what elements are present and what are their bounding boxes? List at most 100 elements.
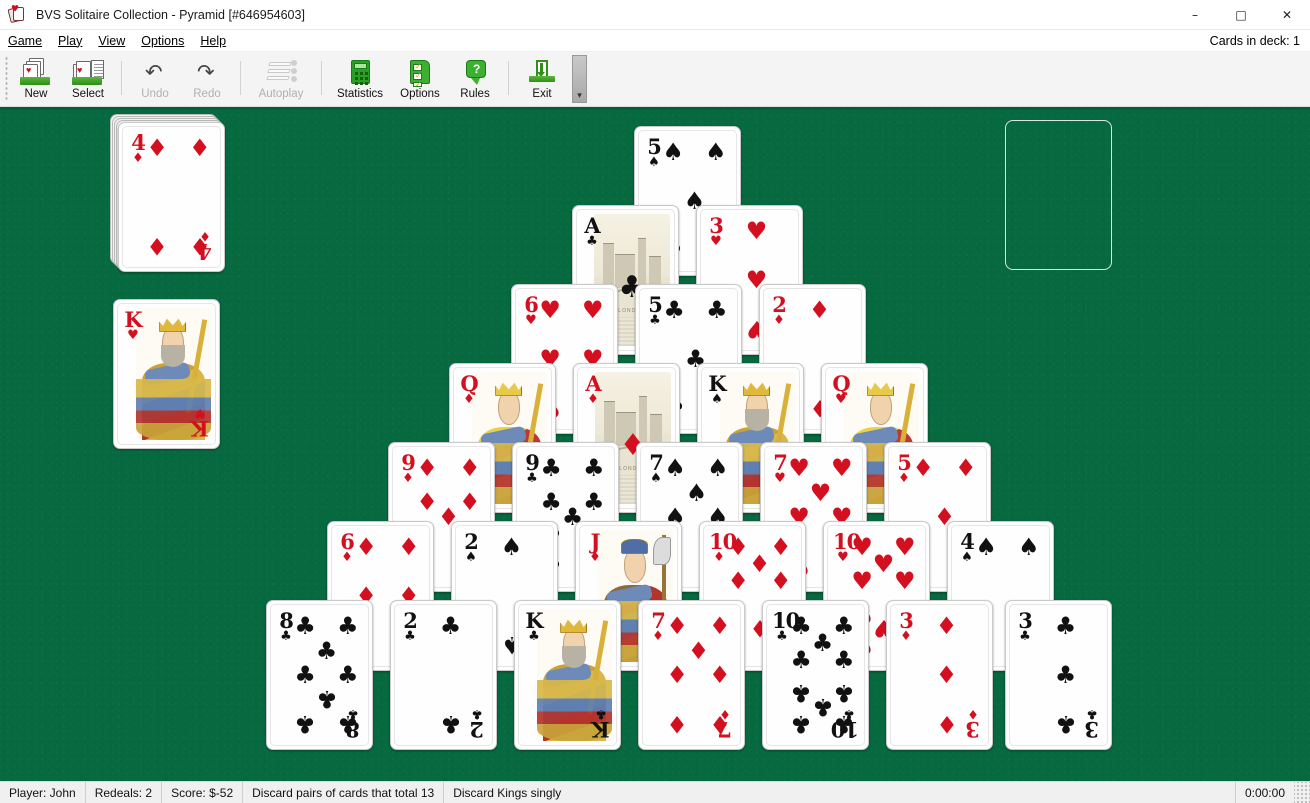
card-pip: ♣ [811,629,834,657]
card-rank: 9 [401,450,416,475]
toolbar-separator-2 [240,61,241,95]
card-pip: ♥ [809,478,832,507]
reserve-card[interactable]: K ♥ K ♥ [113,299,220,449]
menu-item-help[interactable]: Help [192,32,234,50]
card-face: ♣ ♣ 2 ♣ 2 ♣ [394,604,493,746]
window-title: BVS Solitaire Collection - Pyramid [#646… [36,8,305,22]
card-corner-br: K ♥ [190,405,210,441]
menu-item-view[interactable]: View [90,32,133,50]
card-rank: 3 [899,608,914,633]
menu-bar: Game Play View Options Help Cards in dec… [0,30,1310,52]
card-corner-tl: 2 ♠ [461,531,481,564]
card-pip: ♠ [664,454,686,483]
options-button[interactable]: Options [391,55,449,105]
card-rank: 7 [651,608,666,633]
statistics-button[interactable]: Statistics [329,55,391,105]
toolbar-overflow-button[interactable]: ▾ [572,55,587,103]
pyramid-card-r7-c4[interactable]: ♦ ♦ ♦ ♦ ♦ ♦ ♦ 7 ♦ 7 ♦ [638,600,745,750]
card-pip: ♦ [355,533,377,562]
card-corner-tl: 3 ♦ [896,610,916,643]
card-rank: 3 [966,717,980,742]
status-player: Player: John [0,781,86,803]
select-game-button[interactable]: ♥ Select [62,55,114,105]
pyramid-card-r7-c2[interactable]: ♣ ♣ 2 ♣ 2 ♣ [390,600,497,750]
pyramid-card-r7-c3[interactable]: K ♣ K ♣ [514,600,621,750]
card-rank: 2 [464,529,479,554]
card-pip: ♦ [770,533,792,562]
menu-item-options[interactable]: Options [133,32,192,50]
maximize-button[interactable]: □ [1218,0,1264,30]
card-rank: A [584,213,600,238]
app-icon: ♥ [7,5,27,24]
card-pip: ♦ [146,134,168,163]
undo-button: ↶ Undo [129,55,181,105]
card-pip: ♣ [337,661,359,689]
menu-item-game[interactable]: Game [0,32,50,50]
pyramid-card-r7-c7[interactable]: ♣ ♣ ♣ 3 ♣ 3 ♣ [1005,600,1112,750]
card-corner-tl: 10 ♥ [833,531,861,564]
card-pip: ♠ [1018,533,1040,562]
card-face: ♦ ♦ ♦ ♦ 4 ♦ 4 ♦ [122,126,221,268]
card-rank: 3 [1018,608,1033,633]
card-pip: ♠ [705,138,727,167]
card-pip: ♣ [1054,661,1077,689]
new-game-button[interactable]: ♥ New [10,55,62,105]
autoplay-icon [264,58,298,86]
card-rank: 10 [709,529,737,554]
card-corner-tl: K ♠ [707,373,727,406]
card-pip: ♦ [912,454,934,483]
card-face: ♦ ♦ ♦ ♦ ♦ ♦ ♦ 7 ♦ 7 ♦ [642,604,741,746]
waste-pile-top-card[interactable]: ♦ ♦ ♦ ♦ 4 ♦ 4 ♦ [118,122,225,272]
toolbar-overflow-arrow: ▾ [577,91,582,101]
stock-empty-slot[interactable] [1005,120,1112,270]
cards-in-deck-status: Cards in deck: 1 [1209,33,1300,48]
card-corner-br: 3 ♣ [1082,706,1102,742]
card-pip: ♣ [439,612,462,641]
card-corner-tl: K ♣ [524,610,544,643]
card-rank: 9 [525,450,540,475]
card-pip: ♥ [831,454,853,483]
pyramid-card-r7-c1[interactable]: ♣ ♣ ♣ ♣ ♣ ♣ ♣ ♣ 8 ♣ 8 ♣ [266,600,373,750]
card-pip: ♣ [790,709,812,738]
card-rank: 5 [897,450,912,475]
toolbar-grip[interactable] [3,55,10,102]
card-pip: ♦ [666,612,688,641]
menu-item-play[interactable]: Play [50,32,90,50]
menu-help-label: Help [200,33,227,48]
card-rank: A [585,371,601,396]
card-corner-br: 8 ♣ [343,706,363,742]
card-pip: ♣ [1054,709,1077,738]
card-rank: 3 [709,213,724,238]
game-table[interactable]: ♦♦♦♦4♦4♦K♥K♥♠♠♠♠♠5♠5♠LONDON♣A♣A♣♥♥♥3♥3♥♥… [0,107,1310,781]
card-corner-tl: 7 ♥ [770,452,790,485]
card-corner-tl: 7 ♠ [646,452,666,485]
pyramid-card-r7-c5[interactable]: ♣ ♣ ♣ ♣ ♣ ♣ ♣ ♣ ♣ ♣ 10 ♣ 10 ♣ [762,600,869,750]
app-title-text: BVS Solitaire Collection [36,7,169,22]
status-right-group: 0:00:00 [1234,781,1310,803]
card-pip: ♦ [459,454,481,483]
resize-grip[interactable] [1294,781,1310,803]
card-rank: 4 [131,130,146,155]
exit-button[interactable]: Exit [516,55,568,105]
rules-label: Rules [460,88,490,100]
card-pip: ♦ [398,533,420,562]
rules-icon: ? [458,58,492,86]
card-corner-br: 10 ♣ [832,706,859,742]
card-pip: ♥ [894,566,916,595]
close-button[interactable]: ✕ [1264,0,1310,30]
redo-button: ↷ Redo [181,55,233,105]
card-rank: K [525,608,543,633]
card-pip: ♦ [189,134,211,163]
pyramid-card-r7-c6[interactable]: ♦ ♦ ♦ 3 ♦ 3 ♦ [886,600,993,750]
rules-button[interactable]: ? Rules [449,55,501,105]
options-label: Options [400,88,440,100]
card-corner-tl: 10 ♦ [709,529,737,564]
card-pip: ♣ [790,678,812,707]
card-pip: ♣ [294,612,316,641]
card-pip: ♦ [459,487,481,516]
card-rank: J [590,529,601,554]
card-corner-br: 4 ♦ [195,228,215,264]
card-rank: 8 [279,608,294,633]
minimize-button[interactable]: – [1172,0,1218,30]
menu-options-label: Options [141,33,185,48]
